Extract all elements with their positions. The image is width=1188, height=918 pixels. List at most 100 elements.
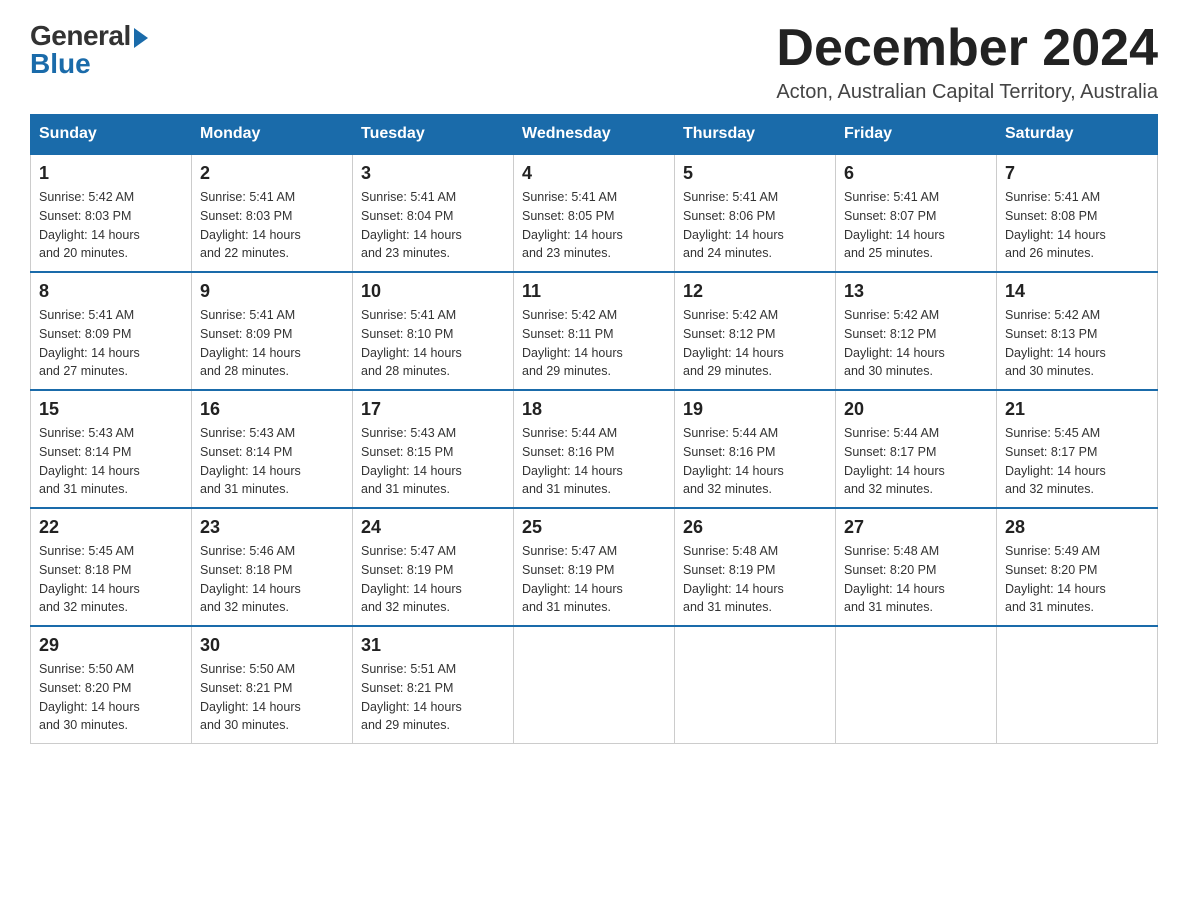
day-info: Sunrise: 5:41 AMSunset: 8:03 PMDaylight:…	[200, 190, 301, 260]
title-section: December 2024 Acton, Australian Capital …	[776, 20, 1158, 104]
day-info: Sunrise: 5:50 AMSunset: 8:20 PMDaylight:…	[39, 662, 140, 732]
day-info: Sunrise: 5:43 AMSunset: 8:14 PMDaylight:…	[39, 426, 140, 496]
day-info: Sunrise: 5:41 AMSunset: 8:05 PMDaylight:…	[522, 190, 623, 260]
day-info: Sunrise: 5:47 AMSunset: 8:19 PMDaylight:…	[522, 544, 623, 614]
calendar-cell: 5 Sunrise: 5:41 AMSunset: 8:06 PMDayligh…	[675, 154, 836, 272]
logo-arrow-icon	[134, 28, 148, 48]
calendar-cell: 31 Sunrise: 5:51 AMSunset: 8:21 PMDaylig…	[353, 626, 514, 744]
day-number: 25	[522, 517, 666, 538]
day-number: 16	[200, 399, 344, 420]
day-info: Sunrise: 5:44 AMSunset: 8:16 PMDaylight:…	[683, 426, 784, 496]
day-info: Sunrise: 5:41 AMSunset: 8:06 PMDaylight:…	[683, 190, 784, 260]
day-number: 4	[522, 163, 666, 184]
calendar-cell: 17 Sunrise: 5:43 AMSunset: 8:15 PMDaylig…	[353, 390, 514, 508]
calendar-cell: 7 Sunrise: 5:41 AMSunset: 8:08 PMDayligh…	[997, 154, 1158, 272]
day-info: Sunrise: 5:47 AMSunset: 8:19 PMDaylight:…	[361, 544, 462, 614]
calendar-cell: 11 Sunrise: 5:42 AMSunset: 8:11 PMDaylig…	[514, 272, 675, 390]
calendar-cell: 20 Sunrise: 5:44 AMSunset: 8:17 PMDaylig…	[836, 390, 997, 508]
calendar-cell	[675, 626, 836, 744]
calendar-cell: 28 Sunrise: 5:49 AMSunset: 8:20 PMDaylig…	[997, 508, 1158, 626]
day-number: 7	[1005, 163, 1149, 184]
day-info: Sunrise: 5:41 AMSunset: 8:09 PMDaylight:…	[39, 308, 140, 378]
weekday-header-wednesday: Wednesday	[514, 115, 675, 155]
logo: General Blue	[30, 20, 148, 80]
day-info: Sunrise: 5:50 AMSunset: 8:21 PMDaylight:…	[200, 662, 301, 732]
day-info: Sunrise: 5:42 AMSunset: 8:12 PMDaylight:…	[683, 308, 784, 378]
calendar-cell: 18 Sunrise: 5:44 AMSunset: 8:16 PMDaylig…	[514, 390, 675, 508]
calendar-cell: 6 Sunrise: 5:41 AMSunset: 8:07 PMDayligh…	[836, 154, 997, 272]
calendar-cell: 14 Sunrise: 5:42 AMSunset: 8:13 PMDaylig…	[997, 272, 1158, 390]
calendar-week-row: 22 Sunrise: 5:45 AMSunset: 8:18 PMDaylig…	[31, 508, 1158, 626]
calendar-cell: 10 Sunrise: 5:41 AMSunset: 8:10 PMDaylig…	[353, 272, 514, 390]
day-number: 31	[361, 635, 505, 656]
calendar-cell: 24 Sunrise: 5:47 AMSunset: 8:19 PMDaylig…	[353, 508, 514, 626]
day-info: Sunrise: 5:41 AMSunset: 8:08 PMDaylight:…	[1005, 190, 1106, 260]
calendar-week-row: 29 Sunrise: 5:50 AMSunset: 8:20 PMDaylig…	[31, 626, 1158, 744]
calendar-cell: 4 Sunrise: 5:41 AMSunset: 8:05 PMDayligh…	[514, 154, 675, 272]
day-number: 1	[39, 163, 183, 184]
calendar-cell: 8 Sunrise: 5:41 AMSunset: 8:09 PMDayligh…	[31, 272, 192, 390]
calendar-cell	[997, 626, 1158, 744]
calendar-cell	[836, 626, 997, 744]
day-number: 28	[1005, 517, 1149, 538]
calendar-cell: 15 Sunrise: 5:43 AMSunset: 8:14 PMDaylig…	[31, 390, 192, 508]
day-number: 23	[200, 517, 344, 538]
day-number: 9	[200, 281, 344, 302]
calendar-cell: 9 Sunrise: 5:41 AMSunset: 8:09 PMDayligh…	[192, 272, 353, 390]
page-header: General Blue December 2024 Acton, Austra…	[30, 20, 1158, 104]
day-number: 20	[844, 399, 988, 420]
day-info: Sunrise: 5:49 AMSunset: 8:20 PMDaylight:…	[1005, 544, 1106, 614]
day-number: 30	[200, 635, 344, 656]
day-number: 24	[361, 517, 505, 538]
calendar-cell: 13 Sunrise: 5:42 AMSunset: 8:12 PMDaylig…	[836, 272, 997, 390]
calendar-cell: 27 Sunrise: 5:48 AMSunset: 8:20 PMDaylig…	[836, 508, 997, 626]
day-number: 29	[39, 635, 183, 656]
calendar-cell: 25 Sunrise: 5:47 AMSunset: 8:19 PMDaylig…	[514, 508, 675, 626]
logo-blue-text: Blue	[30, 48, 91, 80]
weekday-header-sunday: Sunday	[31, 115, 192, 155]
day-number: 10	[361, 281, 505, 302]
day-info: Sunrise: 5:45 AMSunset: 8:17 PMDaylight:…	[1005, 426, 1106, 496]
day-info: Sunrise: 5:43 AMSunset: 8:14 PMDaylight:…	[200, 426, 301, 496]
location-title: Acton, Australian Capital Territory, Aus…	[776, 81, 1158, 104]
day-info: Sunrise: 5:42 AMSunset: 8:13 PMDaylight:…	[1005, 308, 1106, 378]
day-number: 12	[683, 281, 827, 302]
day-number: 14	[1005, 281, 1149, 302]
day-info: Sunrise: 5:41 AMSunset: 8:07 PMDaylight:…	[844, 190, 945, 260]
calendar-cell: 3 Sunrise: 5:41 AMSunset: 8:04 PMDayligh…	[353, 154, 514, 272]
day-info: Sunrise: 5:41 AMSunset: 8:04 PMDaylight:…	[361, 190, 462, 260]
calendar-cell: 21 Sunrise: 5:45 AMSunset: 8:17 PMDaylig…	[997, 390, 1158, 508]
calendar-table: SundayMondayTuesdayWednesdayThursdayFrid…	[30, 114, 1158, 744]
calendar-cell	[514, 626, 675, 744]
day-number: 3	[361, 163, 505, 184]
calendar-week-row: 8 Sunrise: 5:41 AMSunset: 8:09 PMDayligh…	[31, 272, 1158, 390]
day-number: 26	[683, 517, 827, 538]
calendar-cell: 19 Sunrise: 5:44 AMSunset: 8:16 PMDaylig…	[675, 390, 836, 508]
calendar-cell: 30 Sunrise: 5:50 AMSunset: 8:21 PMDaylig…	[192, 626, 353, 744]
day-number: 2	[200, 163, 344, 184]
calendar-cell: 29 Sunrise: 5:50 AMSunset: 8:20 PMDaylig…	[31, 626, 192, 744]
day-number: 11	[522, 281, 666, 302]
calendar-week-row: 15 Sunrise: 5:43 AMSunset: 8:14 PMDaylig…	[31, 390, 1158, 508]
day-info: Sunrise: 5:48 AMSunset: 8:19 PMDaylight:…	[683, 544, 784, 614]
day-number: 5	[683, 163, 827, 184]
day-info: Sunrise: 5:48 AMSunset: 8:20 PMDaylight:…	[844, 544, 945, 614]
weekday-header-tuesday: Tuesday	[353, 115, 514, 155]
calendar-cell: 1 Sunrise: 5:42 AMSunset: 8:03 PMDayligh…	[31, 154, 192, 272]
calendar-cell: 22 Sunrise: 5:45 AMSunset: 8:18 PMDaylig…	[31, 508, 192, 626]
weekday-header-monday: Monday	[192, 115, 353, 155]
day-info: Sunrise: 5:44 AMSunset: 8:17 PMDaylight:…	[844, 426, 945, 496]
day-info: Sunrise: 5:42 AMSunset: 8:11 PMDaylight:…	[522, 308, 623, 378]
month-title: December 2024	[776, 20, 1158, 77]
calendar-cell: 12 Sunrise: 5:42 AMSunset: 8:12 PMDaylig…	[675, 272, 836, 390]
calendar-cell: 16 Sunrise: 5:43 AMSunset: 8:14 PMDaylig…	[192, 390, 353, 508]
calendar-week-row: 1 Sunrise: 5:42 AMSunset: 8:03 PMDayligh…	[31, 154, 1158, 272]
calendar-header-row: SundayMondayTuesdayWednesdayThursdayFrid…	[31, 115, 1158, 155]
day-info: Sunrise: 5:46 AMSunset: 8:18 PMDaylight:…	[200, 544, 301, 614]
day-info: Sunrise: 5:41 AMSunset: 8:09 PMDaylight:…	[200, 308, 301, 378]
day-number: 27	[844, 517, 988, 538]
day-info: Sunrise: 5:41 AMSunset: 8:10 PMDaylight:…	[361, 308, 462, 378]
day-number: 15	[39, 399, 183, 420]
day-info: Sunrise: 5:44 AMSunset: 8:16 PMDaylight:…	[522, 426, 623, 496]
day-info: Sunrise: 5:42 AMSunset: 8:03 PMDaylight:…	[39, 190, 140, 260]
